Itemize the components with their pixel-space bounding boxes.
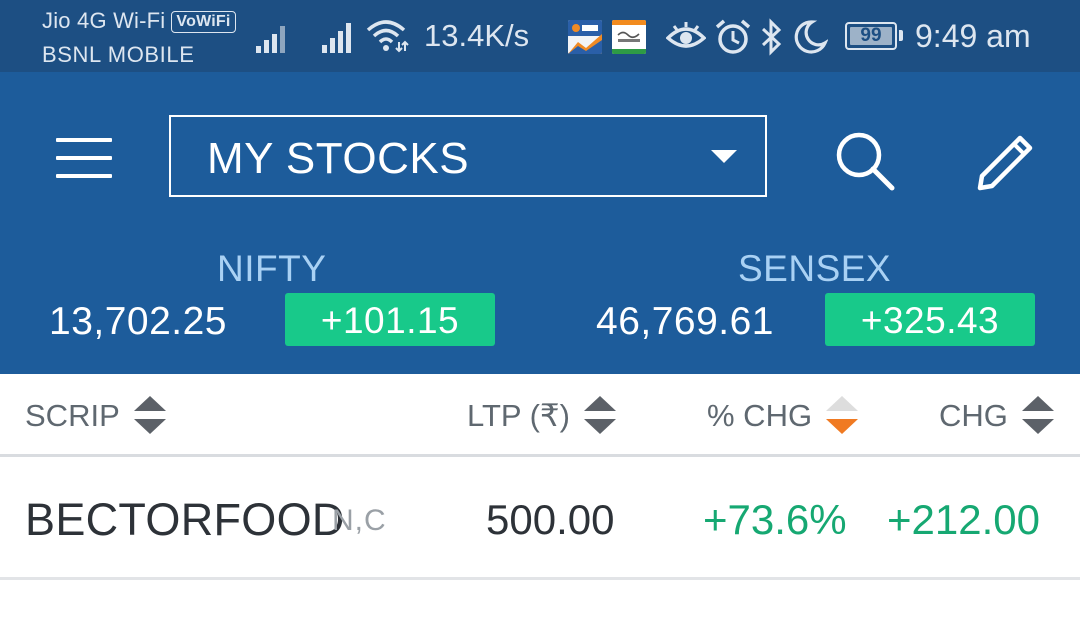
- table-row[interactable]: BECTORFOOD N,C 500.00 +73.6% +212.00: [0, 457, 1080, 580]
- sensex-change-badge: +325.43: [825, 293, 1035, 346]
- iifl-notification-icon: [568, 20, 602, 54]
- status-bar: Jio 4G Wi-FiVoWiFi BSNL MOBILE 13.4K/s: [0, 0, 1080, 72]
- change-value: +212.00: [887, 496, 1040, 543]
- sensex-value: 46,769.61: [596, 300, 775, 343]
- signal-icon: [322, 23, 351, 53]
- do-not-disturb-moon-icon: [794, 20, 828, 54]
- nifty-change-badge: +101.15: [285, 293, 495, 346]
- column-header-pct-change[interactable]: % CHG: [707, 396, 859, 436]
- exchange-tag: N,C: [332, 504, 387, 537]
- swachhata-notification-icon: [612, 20, 646, 54]
- edit-pencil-icon[interactable]: [974, 126, 1040, 192]
- alarm-icon: [715, 19, 751, 54]
- column-header-ltp[interactable]: LTP (₹): [467, 396, 616, 436]
- clock-time: 9:49 am: [915, 18, 1031, 54]
- column-header-scrip[interactable]: SCRIP: [25, 396, 166, 436]
- pct-change-value: +73.6%: [703, 496, 847, 543]
- app-header: MY STOCKS NIFTY 13,702.25 +101.15 SENSEX…: [0, 72, 1080, 374]
- wifi-icon: [366, 20, 409, 53]
- sort-icon: [133, 396, 166, 436]
- sensex-label: SENSEX: [738, 248, 892, 289]
- carrier-primary: Jio 4G Wi-Fi VoWiFi: [42, 8, 236, 34]
- battery-level: 99: [860, 25, 882, 46]
- nifty-label: NIFTY: [217, 248, 327, 289]
- bluetooth-icon: [761, 18, 782, 56]
- carrier-secondary: BSNL MOBILE: [42, 42, 195, 67]
- sort-icon: [1021, 396, 1054, 436]
- scrip-name: BECTORFOOD: [25, 494, 345, 545]
- watchlist-dropdown[interactable]: MY STOCKS: [169, 115, 767, 197]
- nifty-value: 13,702.25: [49, 300, 228, 343]
- table-row-partial[interactable]: [0, 580, 1080, 623]
- signal-icon: [256, 26, 285, 53]
- network-speed: 13.4K/s: [424, 18, 530, 53]
- ltp-value: 500.00: [486, 496, 615, 543]
- sort-descending-icon: [826, 396, 859, 436]
- chevron-down-icon: [711, 150, 737, 163]
- sort-icon: [583, 396, 616, 436]
- vowifi-badge: VoWiFi: [171, 11, 236, 33]
- search-icon[interactable]: [832, 128, 896, 192]
- watchlist-dropdown-label: MY STOCKS: [207, 134, 470, 183]
- battery-icon: 99: [845, 22, 903, 50]
- table-header: SCRIP LTP (₹) % CHG CHG: [0, 374, 1080, 457]
- column-header-change[interactable]: CHG: [939, 396, 1054, 436]
- menu-icon[interactable]: [56, 138, 112, 178]
- eye-comfort-icon: [666, 22, 706, 48]
